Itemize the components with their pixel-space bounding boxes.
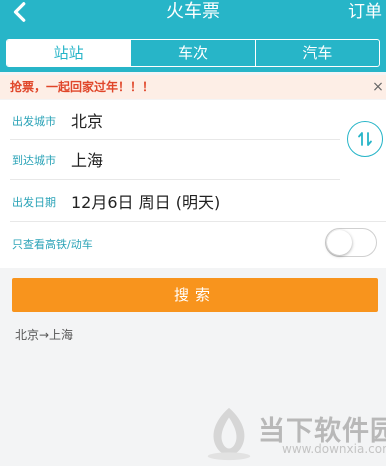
page-title: 火车票 [166, 1, 220, 22]
notice-text: 抢票，一起回家过年！！！ [10, 80, 155, 94]
orders-button[interactable]: 订单 [348, 1, 382, 23]
search-button[interactable]: 搜索 [12, 278, 378, 312]
watermark: 当下软件园 www.downxia.com [200, 402, 386, 466]
arrival-row[interactable]: 到达城市 上海 [0, 140, 386, 179]
tab-bus[interactable]: 汽车 [254, 40, 379, 66]
swap-cities-button[interactable] [347, 121, 383, 157]
departure-date[interactable]: 12月6日 周日 (明天) [71, 189, 220, 213]
tab-train-number[interactable]: 车次 [130, 40, 254, 66]
highspeed-label: 只查看高铁/动车 [12, 238, 93, 251]
departure-city[interactable]: 北京 [71, 108, 103, 132]
promo-notice: 抢票，一起回家过年！！！ × [0, 75, 386, 99]
history-item[interactable]: 北京→上海 [15, 326, 73, 344]
date-row[interactable]: 出发日期 12月6日 周日 (明天) [0, 180, 386, 220]
arrival-label: 到达城市 [12, 154, 56, 167]
tab-station-to-station[interactable]: 站站 [7, 40, 131, 66]
search-type-tabs: 站站 车次 汽车 [6, 39, 380, 67]
watermark-logo-icon [207, 407, 251, 461]
departure-label: 出发城市 [12, 115, 56, 128]
highspeed-toggle[interactable] [325, 228, 377, 257]
top-bar: 火车票 订单 站站 车次 汽车 [0, 0, 386, 72]
departure-row[interactable]: 出发城市 北京 [0, 100, 386, 139]
date-label: 出发日期 [12, 196, 56, 209]
arrival-city[interactable]: 上海 [71, 147, 103, 171]
watermark-url: www.downxia.com [282, 442, 386, 456]
close-icon[interactable]: × [370, 75, 386, 99]
toggle-knob [327, 230, 352, 255]
swap-arrows-icon [358, 132, 372, 146]
